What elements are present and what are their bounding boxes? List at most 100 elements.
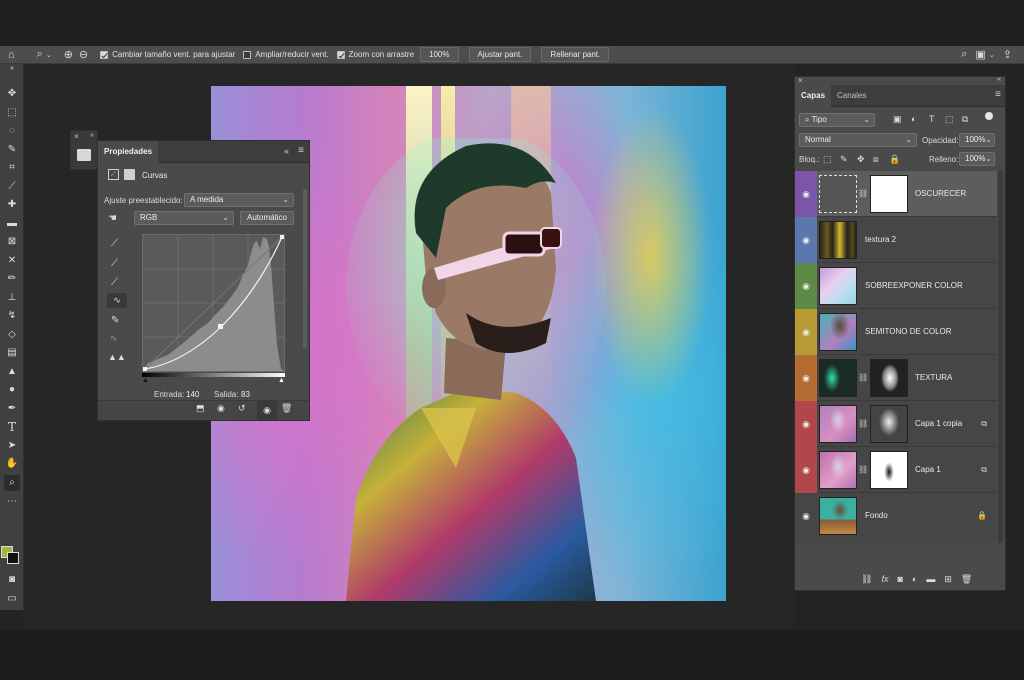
clip-to-layer-icon[interactable]: ⬒ bbox=[196, 403, 205, 414]
pencil-tool-icon[interactable]: ✎ bbox=[111, 315, 119, 326]
content-aware-move-icon[interactable]: ✕ bbox=[4, 253, 20, 269]
eye-icon[interactable]: ◉ bbox=[800, 280, 812, 292]
zoom-all-option[interactable]: Ampliar/reducir vent. bbox=[243, 50, 329, 59]
resize-windows-option[interactable]: Cambiar tamaño vent. para ajustar bbox=[100, 50, 235, 59]
white-point-eyedropper-icon[interactable]: ⟋ bbox=[111, 277, 118, 288]
home-icon[interactable]: ⌂ bbox=[8, 49, 15, 61]
quick-select-tool-icon[interactable]: ✎ bbox=[4, 142, 20, 158]
fill-field[interactable]: 100% ⌄ bbox=[959, 152, 995, 166]
preset-select[interactable]: A medida ⌄ bbox=[184, 193, 294, 207]
move-tool-icon[interactable]: ✥ bbox=[4, 86, 20, 102]
layer-row[interactable]: ◉ ⛓ TEXTURA bbox=[795, 355, 997, 401]
view-previous-state-icon[interactable]: ◉ bbox=[217, 403, 225, 414]
eye-icon[interactable]: ◉ bbox=[800, 326, 812, 338]
curve-endpoint-black[interactable] bbox=[143, 367, 147, 371]
auto-button[interactable]: Automático bbox=[240, 211, 294, 225]
eye-icon[interactable]: ◉ bbox=[800, 464, 812, 476]
reset-icon[interactable]: ↺ bbox=[238, 403, 246, 414]
screen-mode-icon[interactable]: ▭ bbox=[4, 591, 20, 607]
scrubby-zoom-checkbox[interactable] bbox=[336, 50, 345, 59]
black-point-eyedropper-icon[interactable]: ⟋ bbox=[111, 238, 118, 249]
healing-brush-tool-icon[interactable]: ✚ bbox=[4, 197, 20, 213]
lock-artboard-icon[interactable]: ⧈ bbox=[873, 154, 879, 165]
curves-graph[interactable] bbox=[142, 234, 285, 372]
lock-image-icon[interactable]: ✎ bbox=[840, 154, 848, 165]
layer-row[interactable]: ◉ ⛓ Capa 1 copia ⧉ bbox=[795, 401, 997, 447]
add-mask-icon[interactable]: ◙ bbox=[897, 574, 902, 584]
visibility-eye-icon[interactable]: ◉ bbox=[257, 400, 277, 420]
eye-icon[interactable]: ◉ bbox=[800, 418, 812, 430]
crop-tool-icon[interactable]: ⌗ bbox=[4, 160, 20, 176]
chevron-down-icon[interactable]: ⌄ bbox=[989, 51, 995, 59]
curve-point[interactable] bbox=[218, 324, 223, 329]
layers-scrollbar[interactable] bbox=[998, 171, 1003, 543]
zoom-tool-icon[interactable]: ⌕ bbox=[4, 475, 20, 491]
smooth-curve-icon[interactable]: ∿ bbox=[110, 333, 118, 344]
zoom-all-checkbox[interactable] bbox=[243, 50, 252, 59]
lock-transparency-icon[interactable]: ⬚ bbox=[823, 154, 832, 165]
link-icon[interactable]: ⛓ bbox=[858, 465, 868, 474]
fit-screen-button[interactable]: Ajustar pant. bbox=[468, 47, 532, 62]
background-color-swatch[interactable] bbox=[7, 552, 19, 564]
delete-icon[interactable]: 🗑 bbox=[281, 403, 292, 414]
marquee-tool-icon[interactable]: ⬚ bbox=[4, 105, 20, 121]
dodge-tool-icon[interactable]: ● bbox=[4, 382, 20, 398]
curve-endpoint-white[interactable] bbox=[280, 235, 284, 239]
lasso-tool-icon[interactable]: ◌ bbox=[4, 123, 20, 139]
blur-tool-icon[interactable]: ▲ bbox=[4, 364, 20, 380]
target-adjust-icon[interactable]: ☚ bbox=[108, 213, 117, 224]
panel-menu-icon[interactable]: ≡ bbox=[995, 89, 1001, 100]
link-icon[interactable]: ⛓ bbox=[858, 373, 868, 382]
pen-tool-icon[interactable]: ✒ bbox=[4, 401, 20, 417]
brush-tool-icon[interactable]: ▬ bbox=[4, 216, 20, 232]
workspace-icon[interactable]: ▣ bbox=[975, 48, 985, 61]
layer-style-icon[interactable]: fx bbox=[881, 574, 888, 584]
link-icon[interactable]: ⛓ bbox=[858, 419, 868, 428]
eraser-tool-icon[interactable]: ◇ bbox=[4, 327, 20, 343]
zoom-out-icon[interactable]: ⊖ bbox=[79, 48, 88, 61]
gray-point-eyedropper-icon[interactable]: ⟋ bbox=[111, 258, 118, 269]
fill-screen-button[interactable]: Rellenar pant. bbox=[541, 47, 610, 62]
resize-windows-checkbox[interactable] bbox=[100, 50, 109, 59]
zoom-tool-icon[interactable]: ⌕ bbox=[37, 48, 43, 61]
link-layers-icon[interactable]: ⛓ bbox=[861, 574, 872, 585]
input-value[interactable]: 140 bbox=[186, 390, 199, 399]
zoom-in-icon[interactable]: ⊕ bbox=[64, 48, 73, 61]
delete-layer-icon[interactable]: 🗑 bbox=[961, 574, 972, 585]
layer-row[interactable]: ◉ Fondo 🔒 bbox=[795, 493, 997, 539]
hand-tool-icon[interactable]: ✋ bbox=[4, 456, 20, 472]
paint-brush-icon[interactable]: ✏ bbox=[4, 271, 20, 287]
new-layer-icon[interactable]: ⊞ bbox=[944, 574, 952, 585]
layer-row[interactable]: ◉ ⛓ Capa 1 ⧉ bbox=[795, 447, 997, 493]
blend-mode-select[interactable]: Normal ⌄ bbox=[799, 133, 917, 147]
eyedropper-tool-icon[interactable]: ⟋ bbox=[4, 179, 20, 195]
layer-filter-select[interactable]: ⌕ Tipo ⌄ bbox=[799, 113, 875, 127]
eye-icon[interactable]: ◉ bbox=[800, 510, 812, 522]
gradient-tool-icon[interactable]: ▤ bbox=[4, 345, 20, 361]
lock-all-icon[interactable]: 🔒 bbox=[889, 154, 900, 165]
layer-row[interactable]: ◉ SEMITONO DE COLOR bbox=[795, 309, 997, 355]
eye-icon[interactable]: ◉ bbox=[800, 372, 812, 384]
tab-properties[interactable]: Propiedades bbox=[98, 140, 159, 163]
layer-mask-icon[interactable] bbox=[124, 169, 135, 180]
search-icon[interactable]: ⌕ bbox=[961, 48, 967, 61]
tab-layers[interactable]: Capas bbox=[795, 84, 832, 107]
curve-point-tool-icon[interactable]: ∿ bbox=[107, 293, 127, 308]
new-adjustment-icon[interactable]: ◐ bbox=[912, 574, 917, 584]
type-filter-icon[interactable]: T bbox=[929, 114, 935, 124]
collapse-toolbar-icon[interactable]: » bbox=[4, 64, 20, 74]
zoom-value-field[interactable]: 100% bbox=[420, 47, 459, 62]
more-tools-icon[interactable]: ⋯ bbox=[4, 494, 20, 510]
eye-icon[interactable]: ◉ bbox=[800, 188, 812, 200]
layer-row[interactable]: ◉ ⛓ OSCURECER bbox=[795, 171, 997, 217]
filter-toggle-icon[interactable] bbox=[985, 112, 993, 120]
tab-channels[interactable]: Canales bbox=[831, 85, 872, 107]
clipping-warning-icon[interactable]: ▲▲ bbox=[108, 352, 126, 362]
smart-object-filter-icon[interactable]: ⧉ bbox=[962, 114, 968, 125]
expand-icon[interactable]: » bbox=[90, 132, 94, 139]
adjustment-filter-icon[interactable]: ◐ bbox=[911, 114, 916, 124]
layer-row[interactable]: ◉ textura 2 bbox=[795, 217, 997, 263]
black-input-slider[interactable]: ▲ bbox=[142, 377, 149, 384]
chevron-down-icon[interactable]: ⌄ bbox=[46, 51, 52, 59]
properties-scrollbar[interactable] bbox=[303, 189, 307, 349]
